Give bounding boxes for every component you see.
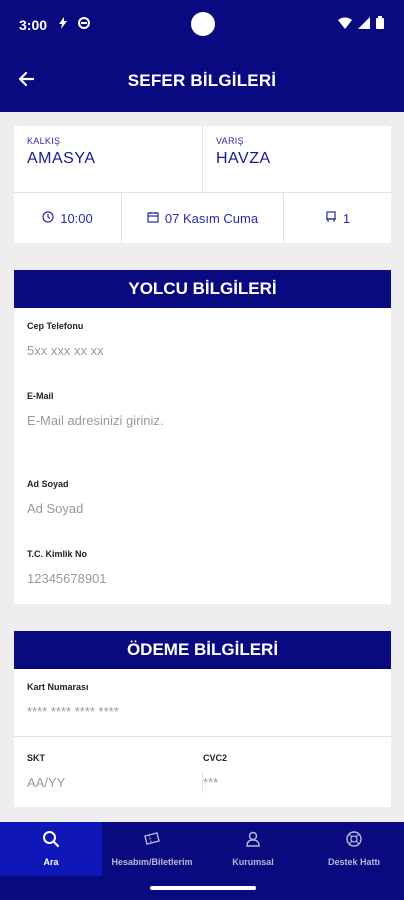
departure-time: 10:00 [14, 193, 121, 243]
seat-icon [325, 210, 337, 226]
nav-label: Ara [43, 857, 59, 867]
email-label: E-Mail [27, 391, 54, 401]
vpn-key-icon [78, 17, 90, 32]
phone-label: Cep Telefonu [27, 321, 84, 331]
nav-item-corporate[interactable]: Kurumsal [202, 822, 304, 876]
name-label: Ad Soyad [27, 479, 69, 489]
wifi-icon [338, 16, 352, 34]
card-label: Kart Numarası [27, 682, 89, 692]
tc-label: T.C. Kimlik No [27, 549, 88, 559]
seat-value: 1 [342, 210, 351, 226]
phone-input[interactable] [27, 343, 367, 358]
calendar-icon [147, 211, 159, 226]
page-title: SEFER BİLGİLERİ [127, 71, 277, 90]
card-field-group: Kart Numarası [27, 682, 367, 719]
date-value: 07 Kasım Cuma [164, 210, 259, 226]
email-field-group: E-Mail [27, 391, 367, 428]
app-bar: SEFER BİLGİLERİ [0, 50, 404, 112]
departure-block: KALKIŞ AMASYA [14, 126, 202, 192]
passenger-section-header: YOLCU BİLGİLERİ [14, 270, 391, 308]
name-field-group: Ad Soyad [27, 479, 367, 516]
status-bar: 3:00 [0, 0, 404, 50]
email-input[interactable] [27, 413, 367, 428]
arrival-block: VARIŞ HAVZA [203, 126, 391, 192]
divider [14, 736, 391, 737]
payment-section-header: ÖDEME BİLGİLERİ [14, 631, 391, 669]
home-indicator [150, 886, 256, 890]
cvc-input[interactable] [203, 775, 353, 790]
passenger-section: YOLCU BİLGİLERİ Cep Telefonu E-Mail Ad S… [14, 270, 391, 604]
expiry-input[interactable] [27, 775, 177, 790]
expiry-label: SKT [27, 753, 45, 763]
nav-item-tickets[interactable]: Hesabım/Biletlerim [102, 822, 202, 876]
support-icon [345, 830, 363, 853]
nav-item-support[interactable]: Destek Hattı [304, 822, 404, 876]
search-icon [42, 830, 60, 853]
cvc-field-group: CVC2 [203, 753, 353, 790]
tc-field-group: T.C. Kimlik No [27, 549, 367, 586]
payment-section: ÖDEME BİLGİLERİ Kart Numarası SKT CVC2 [14, 631, 391, 807]
expiry-field-group: SKT [27, 753, 177, 790]
arrival-value: HAVZA [216, 150, 271, 167]
nav-label: Destek Hattı [327, 857, 381, 867]
camera-cutout [191, 12, 215, 36]
time-value: 10:00 [60, 210, 93, 226]
nav-label: Hesabım/Biletlerim [111, 857, 193, 867]
card-number-input[interactable] [27, 704, 367, 719]
person-icon [244, 830, 262, 853]
departure-value: AMASYA [27, 150, 96, 167]
cvc-label: CVC2 [203, 753, 228, 763]
seat-info: 1 [284, 193, 391, 243]
trip-summary-card: KALKIŞ AMASYA VARIŞ HAVZA 10:00 07 Kasım… [14, 126, 391, 243]
data-saver-icon [58, 17, 68, 32]
departure-label: KALKIŞ [27, 136, 61, 146]
clock-icon [42, 210, 54, 226]
ticket-icon [143, 830, 161, 853]
status-time: 3:00 [19, 17, 48, 33]
departure-date: 07 Kasım Cuma [122, 193, 283, 243]
phone-field-group: Cep Telefonu [27, 321, 367, 358]
battery-icon [376, 16, 384, 34]
tc-input[interactable] [27, 571, 367, 586]
nav-item-search[interactable]: Ara [0, 822, 102, 876]
name-input[interactable] [27, 501, 367, 516]
arrival-label: VARIŞ [216, 136, 244, 146]
signal-icon [358, 16, 370, 34]
nav-label: Kurumsal [232, 857, 274, 867]
